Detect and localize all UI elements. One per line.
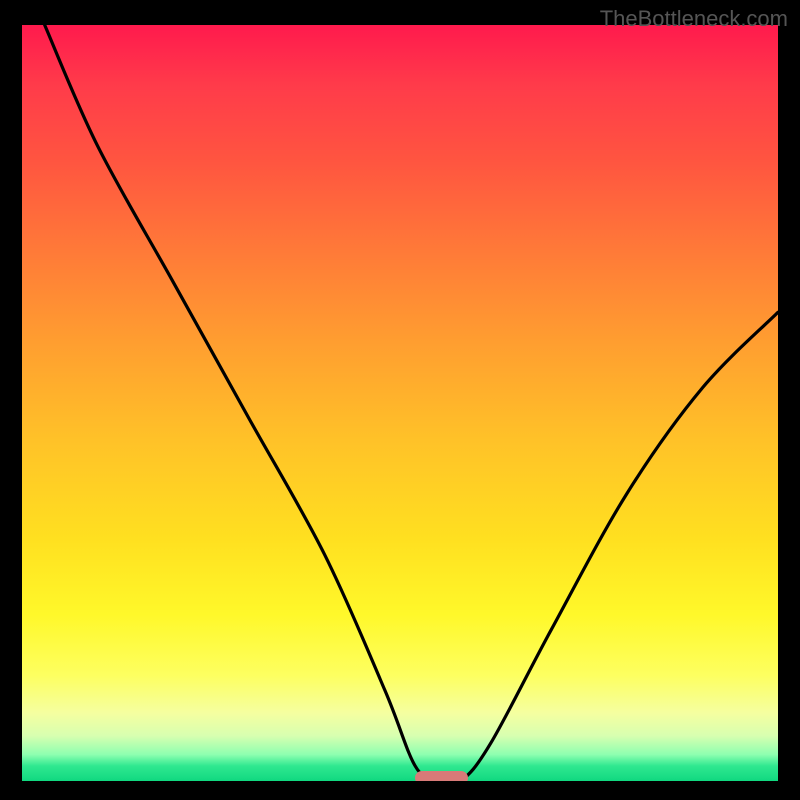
bottleneck-curve: [22, 25, 778, 781]
optimal-range-marker: [415, 771, 468, 781]
plot-area: [22, 25, 778, 781]
chart-frame: [0, 0, 800, 800]
watermark-text: TheBottleneck.com: [600, 6, 788, 32]
